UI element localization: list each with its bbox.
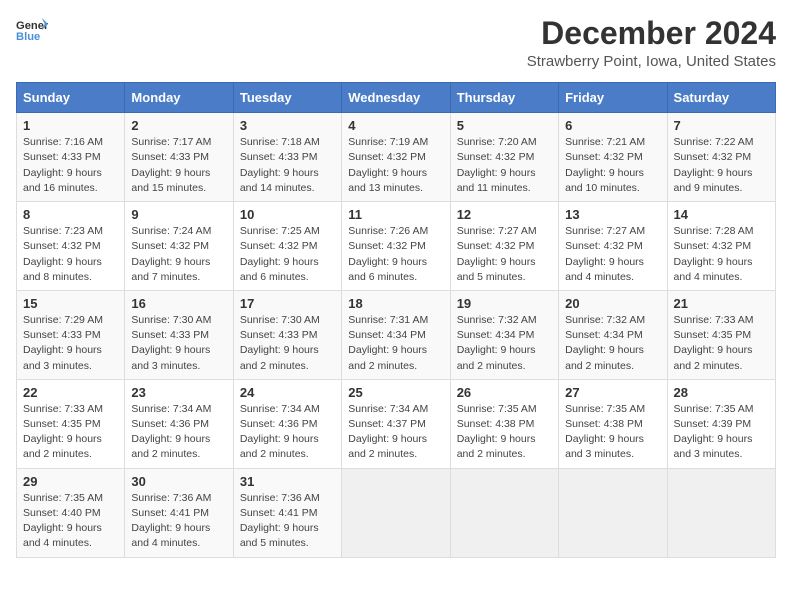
table-row: 17 Sunrise: 7:30 AMSunset: 4:33 PMDaylig… xyxy=(233,290,341,379)
table-row: 31 Sunrise: 7:36 AMSunset: 4:41 PMDaylig… xyxy=(233,468,341,557)
table-row: 6 Sunrise: 7:21 AMSunset: 4:32 PMDayligh… xyxy=(559,113,667,202)
logo: General Blue xyxy=(16,16,48,44)
col-monday: Monday xyxy=(125,83,233,113)
empty-cell xyxy=(450,468,558,557)
svg-text:General: General xyxy=(16,20,48,32)
table-row: 14 Sunrise: 7:28 AMSunset: 4:32 PMDaylig… xyxy=(667,202,775,291)
table-row: 25 Sunrise: 7:34 AMSunset: 4:37 PMDaylig… xyxy=(342,379,450,468)
table-row: 9 Sunrise: 7:24 AMSunset: 4:32 PMDayligh… xyxy=(125,202,233,291)
calendar-week-row: 22 Sunrise: 7:33 AMSunset: 4:35 PMDaylig… xyxy=(17,379,776,468)
table-row: 12 Sunrise: 7:27 AMSunset: 4:32 PMDaylig… xyxy=(450,202,558,291)
col-sunday: Sunday xyxy=(17,83,125,113)
col-wednesday: Wednesday xyxy=(342,83,450,113)
page-subtitle: Strawberry Point, Iowa, United States xyxy=(527,53,776,70)
calendar-header-row: Sunday Monday Tuesday Wednesday Thursday… xyxy=(17,83,776,113)
calendar-week-row: 29 Sunrise: 7:35 AMSunset: 4:40 PMDaylig… xyxy=(17,468,776,557)
calendar-week-row: 15 Sunrise: 7:29 AMSunset: 4:33 PMDaylig… xyxy=(17,290,776,379)
table-row: 4 Sunrise: 7:19 AMSunset: 4:32 PMDayligh… xyxy=(342,113,450,202)
col-saturday: Saturday xyxy=(667,83,775,113)
svg-text:Blue: Blue xyxy=(16,31,40,43)
table-row: 26 Sunrise: 7:35 AMSunset: 4:38 PMDaylig… xyxy=(450,379,558,468)
empty-cell xyxy=(667,468,775,557)
empty-cell xyxy=(559,468,667,557)
calendar-week-row: 1 Sunrise: 7:16 AMSunset: 4:33 PMDayligh… xyxy=(17,113,776,202)
calendar-table: Sunday Monday Tuesday Wednesday Thursday… xyxy=(16,82,776,557)
table-row: 27 Sunrise: 7:35 AMSunset: 4:38 PMDaylig… xyxy=(559,379,667,468)
page-header: General Blue December 2024 Strawberry Po… xyxy=(16,16,776,70)
table-row: 5 Sunrise: 7:20 AMSunset: 4:32 PMDayligh… xyxy=(450,113,558,202)
table-row: 11 Sunrise: 7:26 AMSunset: 4:32 PMDaylig… xyxy=(342,202,450,291)
table-row: 15 Sunrise: 7:29 AMSunset: 4:33 PMDaylig… xyxy=(17,290,125,379)
table-row: 22 Sunrise: 7:33 AMSunset: 4:35 PMDaylig… xyxy=(17,379,125,468)
col-friday: Friday xyxy=(559,83,667,113)
logo-icon: General Blue xyxy=(16,16,48,44)
calendar-body: 1 Sunrise: 7:16 AMSunset: 4:33 PMDayligh… xyxy=(17,113,776,557)
table-row: 23 Sunrise: 7:34 AMSunset: 4:36 PMDaylig… xyxy=(125,379,233,468)
table-row: 21 Sunrise: 7:33 AMSunset: 4:35 PMDaylig… xyxy=(667,290,775,379)
table-row: 13 Sunrise: 7:27 AMSunset: 4:32 PMDaylig… xyxy=(559,202,667,291)
table-row: 28 Sunrise: 7:35 AMSunset: 4:39 PMDaylig… xyxy=(667,379,775,468)
page-title: December 2024 xyxy=(527,16,776,51)
table-row: 8 Sunrise: 7:23 AMSunset: 4:32 PMDayligh… xyxy=(17,202,125,291)
col-tuesday: Tuesday xyxy=(233,83,341,113)
table-row: 16 Sunrise: 7:30 AMSunset: 4:33 PMDaylig… xyxy=(125,290,233,379)
table-row: 29 Sunrise: 7:35 AMSunset: 4:40 PMDaylig… xyxy=(17,468,125,557)
table-row: 7 Sunrise: 7:22 AMSunset: 4:32 PMDayligh… xyxy=(667,113,775,202)
title-block: December 2024 Strawberry Point, Iowa, Un… xyxy=(527,16,776,70)
table-row: 10 Sunrise: 7:25 AMSunset: 4:32 PMDaylig… xyxy=(233,202,341,291)
table-row: 30 Sunrise: 7:36 AMSunset: 4:41 PMDaylig… xyxy=(125,468,233,557)
table-row: 20 Sunrise: 7:32 AMSunset: 4:34 PMDaylig… xyxy=(559,290,667,379)
table-row: 24 Sunrise: 7:34 AMSunset: 4:36 PMDaylig… xyxy=(233,379,341,468)
calendar-week-row: 8 Sunrise: 7:23 AMSunset: 4:32 PMDayligh… xyxy=(17,202,776,291)
table-row: 2 Sunrise: 7:17 AMSunset: 4:33 PMDayligh… xyxy=(125,113,233,202)
empty-cell xyxy=(342,468,450,557)
table-row: 19 Sunrise: 7:32 AMSunset: 4:34 PMDaylig… xyxy=(450,290,558,379)
table-row: 1 Sunrise: 7:16 AMSunset: 4:33 PMDayligh… xyxy=(17,113,125,202)
table-row: 3 Sunrise: 7:18 AMSunset: 4:33 PMDayligh… xyxy=(233,113,341,202)
col-thursday: Thursday xyxy=(450,83,558,113)
table-row: 18 Sunrise: 7:31 AMSunset: 4:34 PMDaylig… xyxy=(342,290,450,379)
